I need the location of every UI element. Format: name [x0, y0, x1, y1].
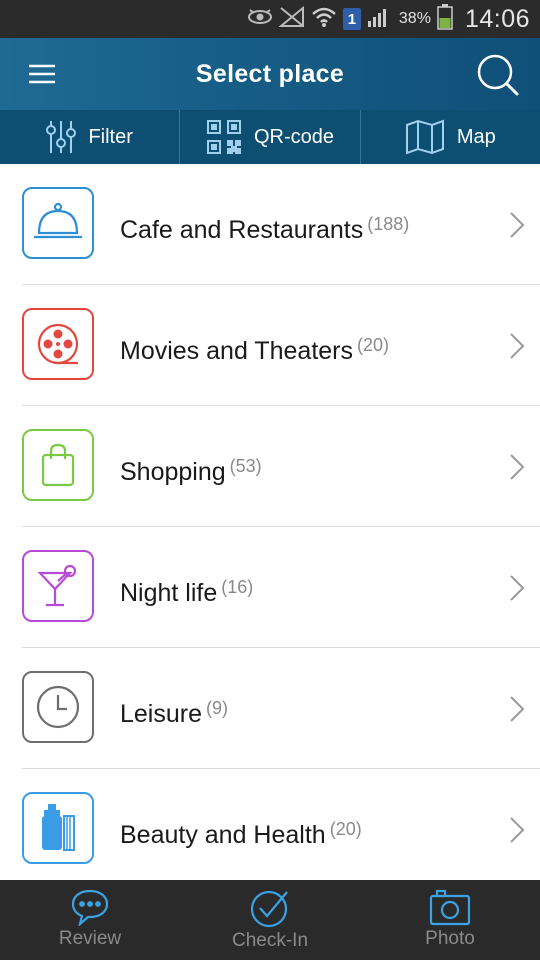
- action-toolbar: Filter QR-code Map: [0, 110, 540, 164]
- category-count: (9): [206, 698, 228, 718]
- category-shopping[interactable]: Shopping (53): [0, 406, 540, 527]
- chevron-right-icon: [508, 332, 526, 360]
- chevron-right-icon: [508, 453, 526, 481]
- map-label: Map: [456, 125, 496, 148]
- category-beauty-health[interactable]: Beauty and Health (20): [0, 769, 540, 890]
- shopping-bag-icon: [22, 429, 94, 501]
- status-icons: 1 38% 14:06: [247, 0, 530, 38]
- chevron-right-icon: [508, 574, 526, 602]
- film-reel-icon: [22, 308, 94, 380]
- category-label: Cafe and Restaurants (188): [120, 164, 409, 285]
- check-in-button[interactable]: Check-In: [180, 880, 360, 960]
- qr-code-label: QR-code: [253, 125, 334, 148]
- category-name: Movies and Theaters: [120, 337, 353, 365]
- category-name: Night life: [120, 579, 218, 607]
- check-circle-icon: [249, 888, 291, 930]
- cocktail-icon: [22, 550, 94, 622]
- camera-icon: [429, 888, 471, 928]
- category-name: Beauty and Health: [120, 821, 326, 849]
- chevron-right-icon: [508, 211, 526, 239]
- cosmetics-icon: [22, 792, 94, 864]
- map-icon: [405, 119, 445, 155]
- cell-signal-icon: [367, 6, 391, 33]
- status-bar: 1 38% 14:06: [0, 0, 540, 38]
- bottom-nav: Review Check-In Photo: [0, 880, 540, 960]
- app-header: Select place: [0, 38, 540, 110]
- category-label: Beauty and Health (20): [120, 769, 362, 890]
- cloche-icon: [22, 187, 94, 259]
- battery-percent: 38%: [398, 10, 431, 27]
- category-leisure[interactable]: Leisure (9): [0, 648, 540, 769]
- search-icon[interactable]: [476, 53, 520, 97]
- qr-code-button[interactable]: QR-code: [180, 110, 361, 164]
- map-button[interactable]: Map: [361, 110, 540, 164]
- filter-button[interactable]: Filter: [0, 110, 181, 164]
- check-in-label: Check-In: [231, 930, 309, 951]
- category-count: (53): [229, 456, 262, 476]
- notification-badge: 1: [342, 8, 361, 30]
- clock-time: 14:06: [464, 4, 530, 33]
- category-count: (20): [357, 335, 390, 355]
- wifi-icon: [311, 6, 337, 33]
- category-label: Shopping (53): [120, 406, 262, 527]
- photo-label: Photo: [425, 928, 475, 949]
- clock-icon: [22, 671, 94, 743]
- category-name: Leisure: [120, 700, 202, 728]
- battery-icon: [437, 3, 453, 35]
- category-label: Leisure (9): [120, 648, 228, 769]
- category-count: (188): [367, 214, 410, 234]
- category-count: (16): [221, 577, 254, 597]
- category-count: (20): [329, 819, 362, 839]
- page-title: Select place: [195, 60, 345, 88]
- chat-bubble-icon: [70, 888, 110, 928]
- category-name: Cafe and Restaurants: [120, 216, 364, 244]
- chevron-right-icon: [508, 695, 526, 723]
- filter-label: Filter: [88, 125, 133, 148]
- eye-icon: [247, 8, 273, 31]
- category-name: Shopping: [120, 458, 226, 486]
- review-label: Review: [58, 928, 122, 949]
- category-label: Movies and Theaters (20): [120, 285, 389, 406]
- sliders-icon: [46, 119, 77, 155]
- category-label: Night life (16): [120, 527, 253, 648]
- muted-signal-icon: [278, 5, 305, 33]
- chevron-right-icon: [508, 816, 526, 844]
- category-movies-theaters[interactable]: Movies and Theaters (20): [0, 285, 540, 406]
- photo-button[interactable]: Photo: [360, 880, 540, 960]
- qr-code-icon: [206, 119, 242, 155]
- category-night-life[interactable]: Night life (16): [0, 527, 540, 648]
- category-list: Cafe and Restaurants (188) Movies and The…: [0, 164, 540, 890]
- category-cafe-restaurants[interactable]: Cafe and Restaurants (188): [0, 164, 540, 285]
- review-button[interactable]: Review: [0, 880, 180, 960]
